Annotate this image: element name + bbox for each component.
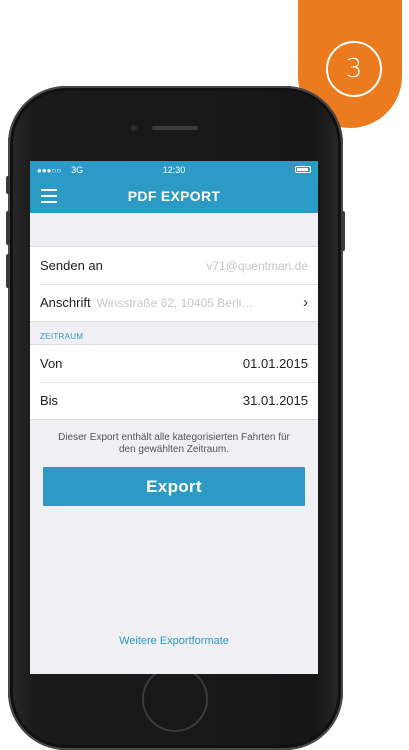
phone-screen: ●●●○○ 3G 12:30 PDF EXPORT Senden an v71@… [30,161,318,674]
from-label: Von [40,356,63,371]
step-number-badge: 3 [326,41,382,97]
home-button[interactable] [142,666,208,732]
address-value: Winsstraße 62, 10405 Berli… [96,295,254,310]
send-to-input[interactable]: v71@quentman.de [206,259,308,273]
address-label: Anschrift [40,295,91,310]
navigation-bar: PDF EXPORT [30,179,318,213]
page-title: PDF EXPORT [127,188,221,204]
more-export-formats-link[interactable]: Weitere Exportformate [30,635,318,647]
front-camera [131,125,137,131]
to-label: Bis [40,393,59,408]
export-button[interactable]: Export [43,467,305,506]
power-button [341,211,345,251]
from-date-row[interactable]: Von 01.01.2015 [30,345,318,382]
status-time: 12:30 [162,165,186,175]
battery-icon [295,166,311,173]
to-date-row[interactable]: Bis 31.01.2015 [30,382,318,419]
period-group: Von 01.01.2015 Bis 31.01.2015 [30,344,318,420]
chevron-right-icon: › [303,294,308,311]
send-to-row[interactable]: Senden an v71@quentman.de [30,247,318,284]
export-info-text: Dieser Export enthält alle kategorisiert… [58,432,290,455]
send-to-label: Senden an [40,258,103,273]
from-date-value: 01.01.2015 [242,356,308,371]
earpiece-speaker [152,126,198,130]
address-row[interactable]: Anschrift Winsstraße 62, 10405 Berli… › [30,284,318,321]
to-date-value: 31.01.2015 [242,393,308,408]
volume-down-button [6,254,10,288]
status-bar: ●●●○○ 3G 12:30 [30,161,318,179]
mute-switch [6,176,10,194]
volume-up-button [6,211,10,245]
hamburger-menu-icon[interactable] [41,189,57,203]
recipient-group: Senden an v71@quentman.de Anschrift Wins… [30,246,318,322]
period-section-header: ZEITRAUM [40,332,84,341]
